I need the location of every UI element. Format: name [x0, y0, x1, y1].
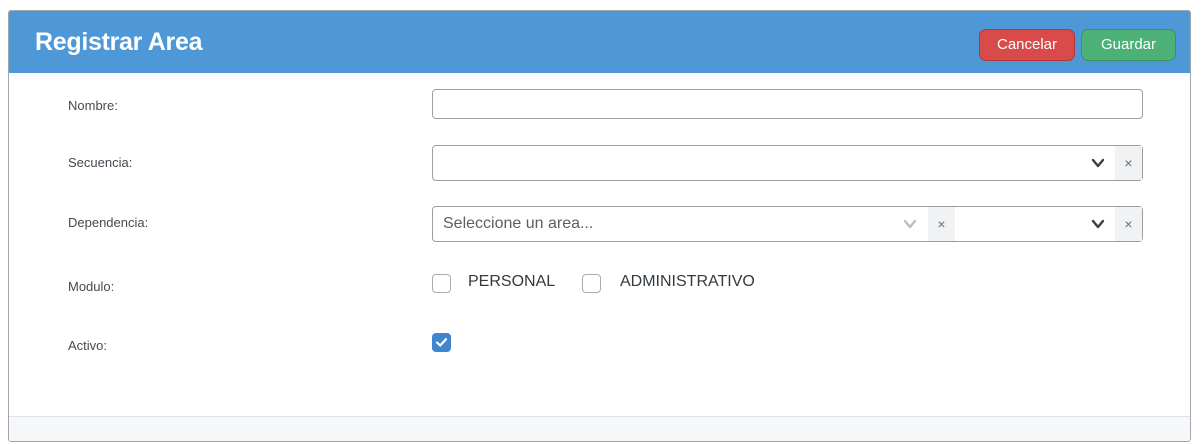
chevron-down-icon[interactable] [903, 217, 917, 231]
checkbox-activo[interactable] [432, 333, 451, 352]
dialog-header: Registrar Area Cancelar Guardar [9, 11, 1190, 73]
dialog-title: Registrar Area [35, 28, 203, 56]
chevron-down-icon[interactable] [1091, 217, 1105, 231]
activo-label: Activo: [68, 338, 108, 353]
checkbox-administrativo[interactable] [582, 274, 601, 293]
dependencia-select[interactable]: Seleccione un area... × × [432, 206, 1143, 242]
chevron-down-icon[interactable] [1091, 156, 1105, 170]
checkbox-personal-label: PERSONAL [468, 273, 556, 290]
dialog-footer [9, 416, 1190, 441]
checkbox-administrativo-label: ADMINISTRATIVO [620, 273, 755, 290]
secuencia-clear-icon[interactable]: × [1115, 146, 1142, 180]
cancel-button[interactable]: Cancelar [979, 29, 1075, 61]
checkmark-icon [435, 338, 448, 347]
dependencia-outer-clear-icon[interactable]: × [1115, 207, 1142, 241]
dependencia-inner-clear-icon[interactable]: × [928, 207, 955, 241]
dependencia-placeholder: Seleccione un area... [443, 215, 594, 232]
nombre-label: Nombre: [68, 98, 118, 113]
secuencia-label: Secuencia: [68, 155, 133, 170]
backdrop-strip [0, 0, 1201, 10]
save-button[interactable]: Guardar [1081, 29, 1176, 61]
register-area-dialog: Registrar Area Cancelar Guardar Nombre: … [8, 10, 1191, 442]
secuencia-select[interactable]: × [432, 145, 1143, 181]
dependencia-label: Dependencia: [68, 215, 149, 230]
checkbox-personal[interactable] [432, 274, 451, 293]
nombre-input[interactable] [432, 89, 1143, 119]
modulo-label: Modulo: [68, 279, 115, 294]
